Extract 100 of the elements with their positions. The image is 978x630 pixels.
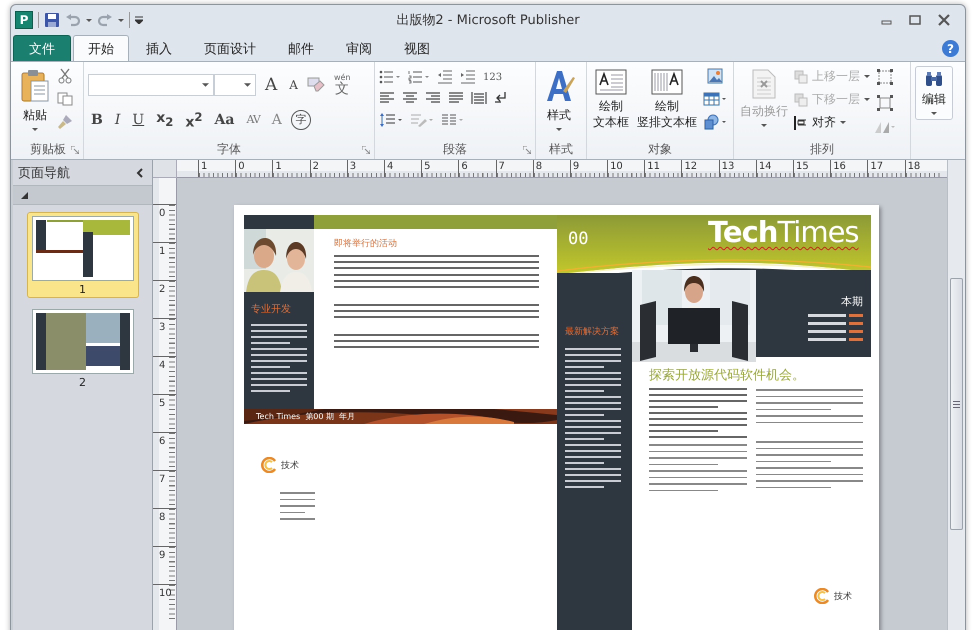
events-heading: 即将举行的活动 [334,238,398,250]
ribbon-tab[interactable]: 页面设计 [189,35,271,62]
masthead-title: TechTimes [708,215,859,249]
bullets-icon[interactable] [379,70,401,84]
align-button[interactable]: 对齐 [794,114,846,132]
group-label: 排列 [810,140,834,158]
greeked-text-drawing [251,324,307,392]
ruler-number: 4 [159,360,166,371]
swirl-logo-icon [261,457,277,473]
caret-icon [761,124,767,128]
ruler-number: 5 [424,161,430,172]
align-left-icon[interactable] [379,91,395,106]
page-number: 2 [79,375,86,390]
close-icon[interactable] [937,14,951,26]
ungroup-objects-icon[interactable] [876,94,894,112]
align-center-icon[interactable] [402,91,418,106]
page-thumbnail[interactable]: 1 [26,212,138,298]
eraser-icon[interactable] [306,77,325,94]
ruler-number: 10 [159,588,172,599]
justify-icon[interactable] [448,91,464,106]
picture-icon[interactable] [707,68,723,84]
help-button[interactable]: ? [942,40,959,58]
publisher-app-icon[interactable]: P [15,11,33,30]
page-thumbnail[interactable]: 2 [26,305,138,391]
page-number: 1 [79,282,86,297]
ruler-number: 1 [159,246,166,257]
ruler-number: 2 [159,284,166,295]
ribbon-tab[interactable]: 文件 [13,35,71,62]
ruler-number: 7 [498,161,505,172]
group-label: 样式 [549,140,573,158]
group-label: 剪贴板 [30,140,66,158]
ribbon-tab[interactable]: 视图 [389,35,445,62]
ruler-number: 1 [275,161,282,172]
ruler-number: 3 [159,322,166,333]
shrink-font-button[interactable]: A [286,76,301,94]
vertical-scrollbar[interactable] [947,160,965,630]
decrease-indent-icon[interactable] [437,70,453,84]
caret-icon [931,112,937,116]
save-icon[interactable] [44,12,60,28]
numbering-icon[interactable] [408,70,430,84]
line-break-icon[interactable] [494,91,508,106]
editing-button[interactable]: 编辑 [915,66,953,120]
caret-icon [864,75,870,78]
footer-text: Tech Times 第00 期 年月 [256,411,356,422]
clipboard-icon [20,69,50,104]
distributed-icon[interactable] [471,91,487,106]
script-button[interactable]: x$^{2}$ [182,108,206,132]
ruler-number: 4 [386,161,394,172]
copy-icon[interactable] [57,92,73,106]
phonetic-guide-button[interactable]: wén 文 [330,74,354,96]
cut-icon[interactable] [58,68,72,84]
text-box-icon [651,69,683,96]
italic-button[interactable]: I [112,111,124,130]
caret-icon [118,18,124,22]
table-icon[interactable] [703,92,727,106]
ribbon-tab[interactable]: 审阅 [331,35,387,62]
columns-icon[interactable] [441,113,465,128]
maximize-icon[interactable] [909,15,921,26]
horizontal-ruler[interactable]: 1 0 1 2 3 4 5 6 7 8 9 10 11 12 13 14 15 16 17 18 [177,160,947,178]
ribbon-tab[interactable]: 插入 [131,35,187,62]
draw-text-box-button[interactable]: 绘制 文本框 [591,66,631,134]
underline-button[interactable]: U [129,111,148,130]
align-objects-icon [794,116,808,130]
change-case-button[interactable]: Aa [212,111,238,130]
ribbon-tab[interactable]: 邮件 [273,35,329,62]
ribbon-tab[interactable]: 开始 [73,35,129,62]
increase-indent-icon[interactable] [460,70,476,84]
ruler-number: 14 [758,161,772,172]
scrollbar-thumb[interactable] [950,278,963,530]
ruler-number: 12 [684,161,698,172]
line-spacing-icon[interactable] [379,112,403,128]
styles-button[interactable]: 样式 [540,66,578,134]
page-reference-drawing [849,322,863,325]
align-right-icon[interactable] [425,91,441,106]
dialog-launcher-icon[interactable] [71,146,79,154]
paste-button[interactable]: 粘贴 [17,66,53,134]
collapse-icon[interactable] [136,168,144,178]
ruler-number: 6 [159,436,166,447]
shapes-icon[interactable] [703,114,727,130]
group-objects-icon[interactable] [876,68,894,86]
number-style-button[interactable]: 123 [483,72,502,83]
expand-triangle-icon[interactable] [21,192,28,198]
character-spacing-button[interactable]: AV [243,111,263,130]
swirl-logo-icon [814,588,830,604]
ruler-number: 9 [159,550,166,561]
enclose-characters-button[interactable]: 字 [290,110,311,130]
contents-heading: 本期 [841,294,863,309]
grow-font-button[interactable]: A [262,76,280,94]
ruler-number: 18 [908,161,920,172]
caret-icon [86,18,92,22]
draw-text-box-button[interactable]: 绘制 竖排文本框 [635,66,699,134]
ruler-number: 16 [833,161,846,172]
customize-toolbar-icon[interactable] [135,16,143,24]
dialog-launcher-icon[interactable] [523,146,531,154]
dropdown-arrow-icon [202,83,209,88]
vertical-ruler[interactable]: 0 1 2 3 4 5 6 7 8 9 10 [153,178,177,630]
bold-button[interactable]: B [88,111,106,130]
ruler-number: 17 [870,161,884,172]
script-button[interactable]: x$_{2}$ [153,109,176,132]
dialog-launcher-icon[interactable] [362,146,370,154]
